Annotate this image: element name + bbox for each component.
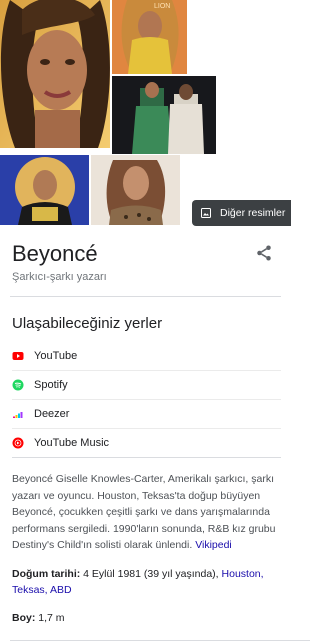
entity-title: Beyoncé	[12, 241, 98, 266]
description-text: Beyoncé Giselle Knowles-Carter, Amerikal…	[12, 473, 276, 551]
streaming-services-list: YouTube Spotify Deezer YouTube Music	[0, 342, 291, 458]
more-images-button[interactable]: Diğer resimler	[192, 200, 291, 226]
fact-value: 1,7 m	[38, 611, 65, 624]
stream-item-youtube[interactable]: YouTube	[12, 342, 281, 371]
texas-link[interactable]: Teksas,	[12, 584, 48, 596]
entity-description: Beyoncé Giselle Knowles-Carter, Amerikal…	[0, 458, 291, 554]
youtube-icon	[12, 352, 24, 360]
listen-section-title: Ulaşabileceğiniz yerler	[12, 315, 163, 332]
main-portrait-image[interactable]	[0, 0, 110, 148]
leopard-top-image[interactable]	[91, 155, 180, 225]
deezer-icon	[13, 412, 23, 418]
stream-item-label: Spotify	[34, 379, 68, 391]
divider	[10, 640, 310, 641]
share-icon[interactable]	[255, 244, 273, 262]
fact-value: 4 Eylül 1981 (39 yıl yaşında),	[83, 567, 219, 580]
entity-subtitle: Şarkıcı-şarkı yazarı	[12, 271, 107, 283]
spotify-icon	[12, 379, 24, 391]
stream-item-spotify[interactable]: Spotify	[12, 371, 281, 400]
stream-item-label: YouTube	[34, 350, 78, 362]
youtube-music-icon	[12, 437, 24, 449]
wikipedia-link[interactable]: Vikipedi	[195, 539, 232, 551]
fact-height: Boy: 1,7 m	[0, 610, 291, 627]
more-images-label: Diğer resimler	[220, 207, 286, 219]
gold-outfit-image[interactable]	[0, 155, 89, 225]
fact-label: Doğum tarihi:	[12, 567, 81, 580]
fact-label: Boy:	[12, 611, 36, 624]
houston-link[interactable]: Houston,	[222, 568, 264, 580]
fact-birth-date: Doğum tarihi: 4 Eylül 1981 (39 yıl yaşın…	[0, 566, 291, 599]
image-icon	[201, 208, 211, 218]
couple-stage-image[interactable]	[112, 76, 216, 154]
svg-text:LION: LION	[154, 3, 170, 10]
stream-item-label: YouTube Music	[34, 437, 110, 449]
entity-header: Beyoncé Şarkıcı-şarkı yazarı	[0, 230, 291, 296]
image-grid: LION Diğer resimler	[0, 0, 291, 230]
usa-link[interactable]: ABD	[50, 584, 72, 596]
stream-item-youtube-music[interactable]: YouTube Music	[12, 429, 281, 458]
stream-item-deezer[interactable]: Deezer	[12, 400, 281, 429]
yellow-dress-image[interactable]: LION	[112, 0, 187, 74]
stream-item-label: Deezer	[34, 408, 70, 420]
